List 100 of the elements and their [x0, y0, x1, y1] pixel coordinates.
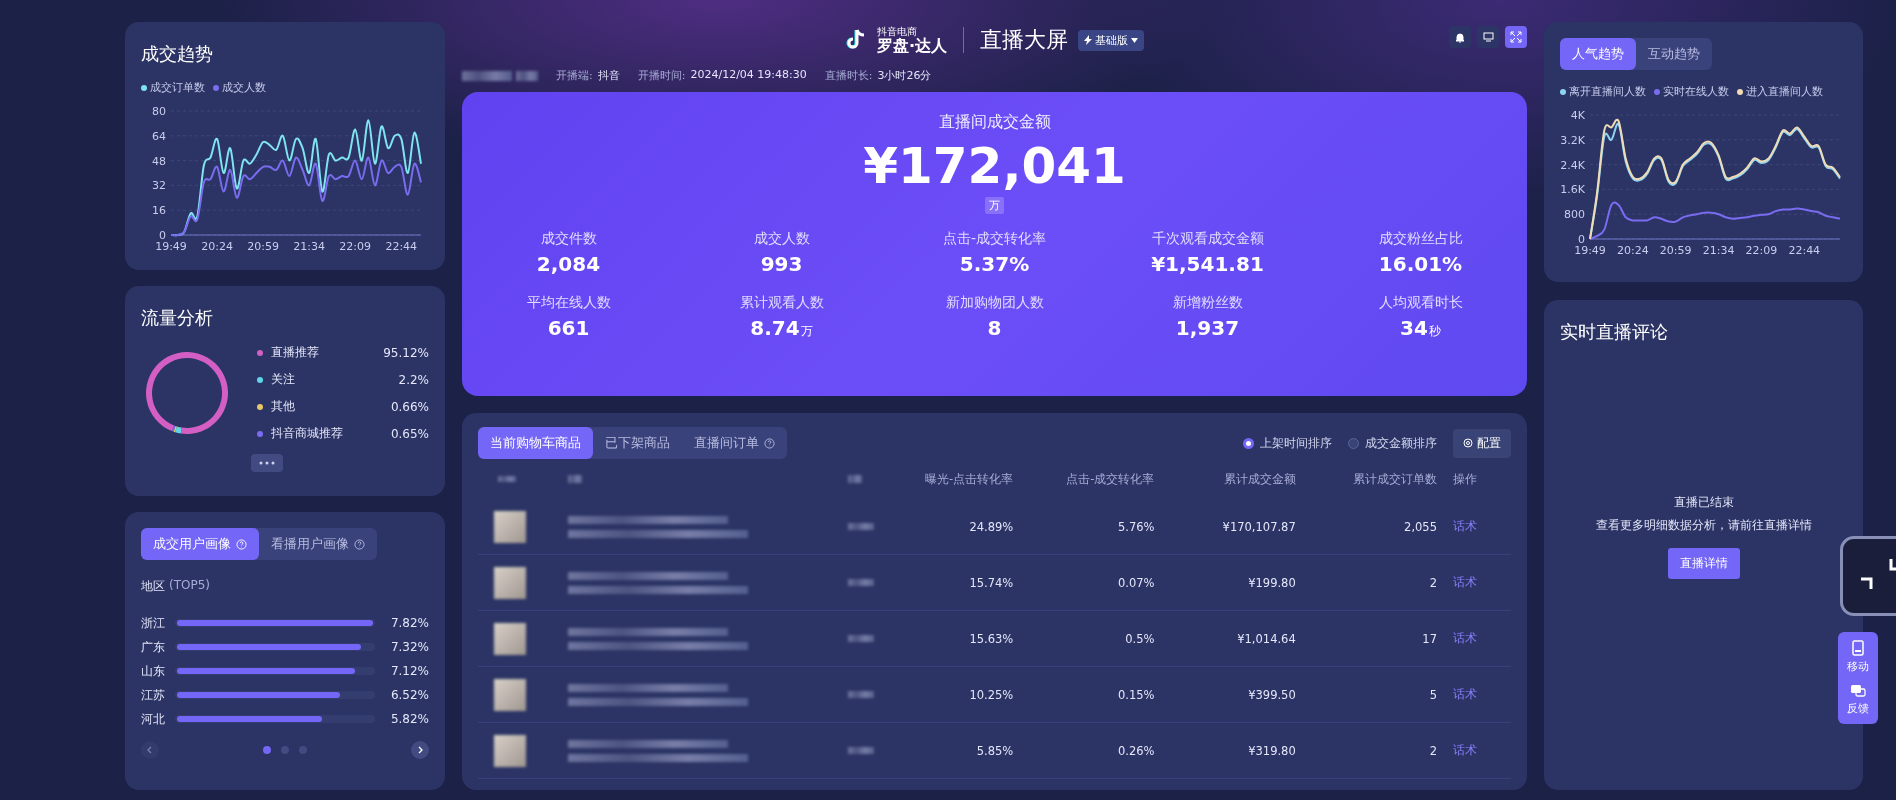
script-link[interactable]: 话术	[1443, 575, 1493, 590]
legend-label: 成交人数	[222, 80, 266, 95]
more-icon	[259, 461, 275, 465]
monitor-icon	[1482, 32, 1494, 42]
tab[interactable]: 成交用户画像	[141, 528, 259, 560]
product-image-placeholder	[494, 734, 526, 767]
table-cell-text: 2,055	[1403, 519, 1438, 534]
table-cell-text: 15.63%	[968, 631, 1015, 646]
bell-icon	[1455, 31, 1465, 43]
column-header: 累计成交金额	[1222, 471, 1297, 487]
blurred-text	[498, 476, 516, 482]
stat-label: 新增粉丝数	[1172, 294, 1243, 312]
bell-button[interactable]	[1449, 26, 1471, 48]
tab[interactable]: 直播间订单	[682, 427, 787, 459]
stat-value: 661	[547, 316, 590, 340]
axis-tick-label: 64	[152, 129, 166, 143]
axis-tick-label: 80	[152, 105, 166, 118]
axis-tick-label: 0	[1578, 233, 1585, 246]
hint-text: 查看更多明细数据分析，请前往直播详情	[1595, 516, 1812, 534]
axis-tick-label: 16	[152, 204, 166, 218]
stat-label: 千次观看成交金额	[1151, 230, 1264, 248]
axis-tick-label: 20:59	[1659, 244, 1692, 257]
stat-label: 成交人数	[753, 230, 810, 248]
fullscreen-icon	[1510, 31, 1522, 43]
region-name: 江苏	[141, 686, 165, 704]
config-button[interactable]: 配置	[1453, 428, 1511, 458]
legend-label: 其他	[271, 398, 296, 415]
product-image-placeholder	[494, 678, 526, 711]
region-share: 7.82%	[389, 616, 429, 630]
page-dot[interactable]	[299, 746, 307, 754]
stat-value: 5.37%	[959, 252, 1030, 276]
axis-tick-label: 22:44	[385, 240, 418, 253]
info-label: 开播时间:	[637, 68, 686, 83]
stat-value: 993	[760, 252, 803, 276]
script-link[interactable]: 话术	[1443, 743, 1493, 758]
table-cell-text: 2	[1428, 575, 1438, 590]
stat-value: 16.01%	[1378, 252, 1463, 276]
side-tool-button[interactable]: 移动	[1847, 640, 1869, 674]
blurred-text	[568, 475, 582, 483]
info-label: 开播端:	[556, 68, 593, 83]
legend-label: 成交订单数	[150, 80, 205, 95]
gear-icon	[1463, 438, 1473, 448]
legend-label: 进入直播间人数	[1746, 84, 1823, 99]
axis-tick-label: 20:24	[201, 240, 233, 253]
table-cell-text: ¥1,014.64	[1236, 631, 1297, 646]
help-icon	[354, 538, 365, 550]
blurred-text	[848, 523, 874, 530]
table-cell-text: ¥199.80	[1247, 575, 1297, 590]
column-header: 累计成交订单数	[1352, 471, 1438, 487]
table-cell-text: 0.07%	[1116, 575, 1156, 590]
table-cell-text: 5	[1428, 687, 1438, 702]
tab[interactable]: 已下架商品	[593, 427, 682, 459]
script-link[interactable]: 话术	[1443, 631, 1493, 646]
stat-value: 34秒	[1400, 316, 1441, 340]
hero-title: 直播间成交金额	[938, 112, 1051, 133]
card-title: 成交趋势	[141, 42, 214, 66]
page-dot[interactable]	[263, 746, 271, 754]
axis-tick-label: 19:49	[155, 240, 187, 253]
stat-label: 累计观看人数	[739, 294, 824, 312]
column-header: 操作	[1452, 471, 1478, 487]
table-cell-text: 17	[1421, 631, 1438, 646]
status-text: 直播已结束	[1673, 493, 1734, 511]
edition-dropdown[interactable]: 基础版	[1078, 29, 1145, 51]
region-name: 广东	[141, 638, 165, 656]
script-link[interactable]: 话术	[1443, 519, 1493, 534]
axis-tick-label: 4K	[1570, 109, 1585, 122]
side-tool-button[interactable]: 反馈	[1847, 684, 1869, 716]
tab[interactable]: 互动趋势	[1636, 38, 1712, 70]
legend-label: 实时在线人数	[1663, 84, 1729, 99]
sort-radio[interactable]: 上架时间排序	[1243, 434, 1332, 452]
axis-tick-label: 20:59	[247, 240, 279, 253]
blurred-text	[516, 70, 538, 81]
table-cell-text: 5.85%	[975, 743, 1015, 758]
details-button[interactable]: 直播详情	[1667, 547, 1740, 579]
axis-tick-label: 22:09	[339, 240, 372, 253]
monitor-button[interactable]	[1477, 26, 1499, 48]
region-share: 7.12%	[389, 664, 429, 678]
legend-label: 直播推荐	[271, 344, 320, 361]
sort-radio[interactable]: 成交金额排序	[1348, 434, 1437, 452]
more-button[interactable]	[251, 454, 283, 472]
table-cell-text: 5.76%	[1116, 519, 1156, 534]
caret-icon	[1131, 37, 1139, 43]
axis-tick-label: 2.4K	[1560, 158, 1585, 172]
scan-frame-widget[interactable]	[1840, 536, 1896, 616]
axis-tick-label: 800	[1564, 208, 1585, 222]
section-note: (TOP5)	[169, 578, 210, 594]
tab[interactable]: 当前购物车商品	[478, 427, 593, 459]
table-cell-text: ¥319.80	[1247, 743, 1297, 758]
tab[interactable]: 看播用户画像	[259, 528, 377, 560]
next-button[interactable]	[411, 741, 429, 759]
script-link[interactable]: 话术	[1443, 687, 1493, 702]
table-cell-text: 10.25%	[968, 687, 1015, 702]
axis-tick-label: 32	[152, 179, 166, 193]
axis-tick-label: 1.6K	[1560, 183, 1585, 197]
page-dot[interactable]	[281, 746, 289, 754]
legend-value: 2.2%	[398, 372, 429, 387]
chat-icon	[1850, 684, 1866, 698]
fullscreen-button[interactable]	[1505, 26, 1527, 48]
tab[interactable]: 人气趋势	[1560, 38, 1636, 70]
region-share: 7.32%	[389, 640, 429, 654]
